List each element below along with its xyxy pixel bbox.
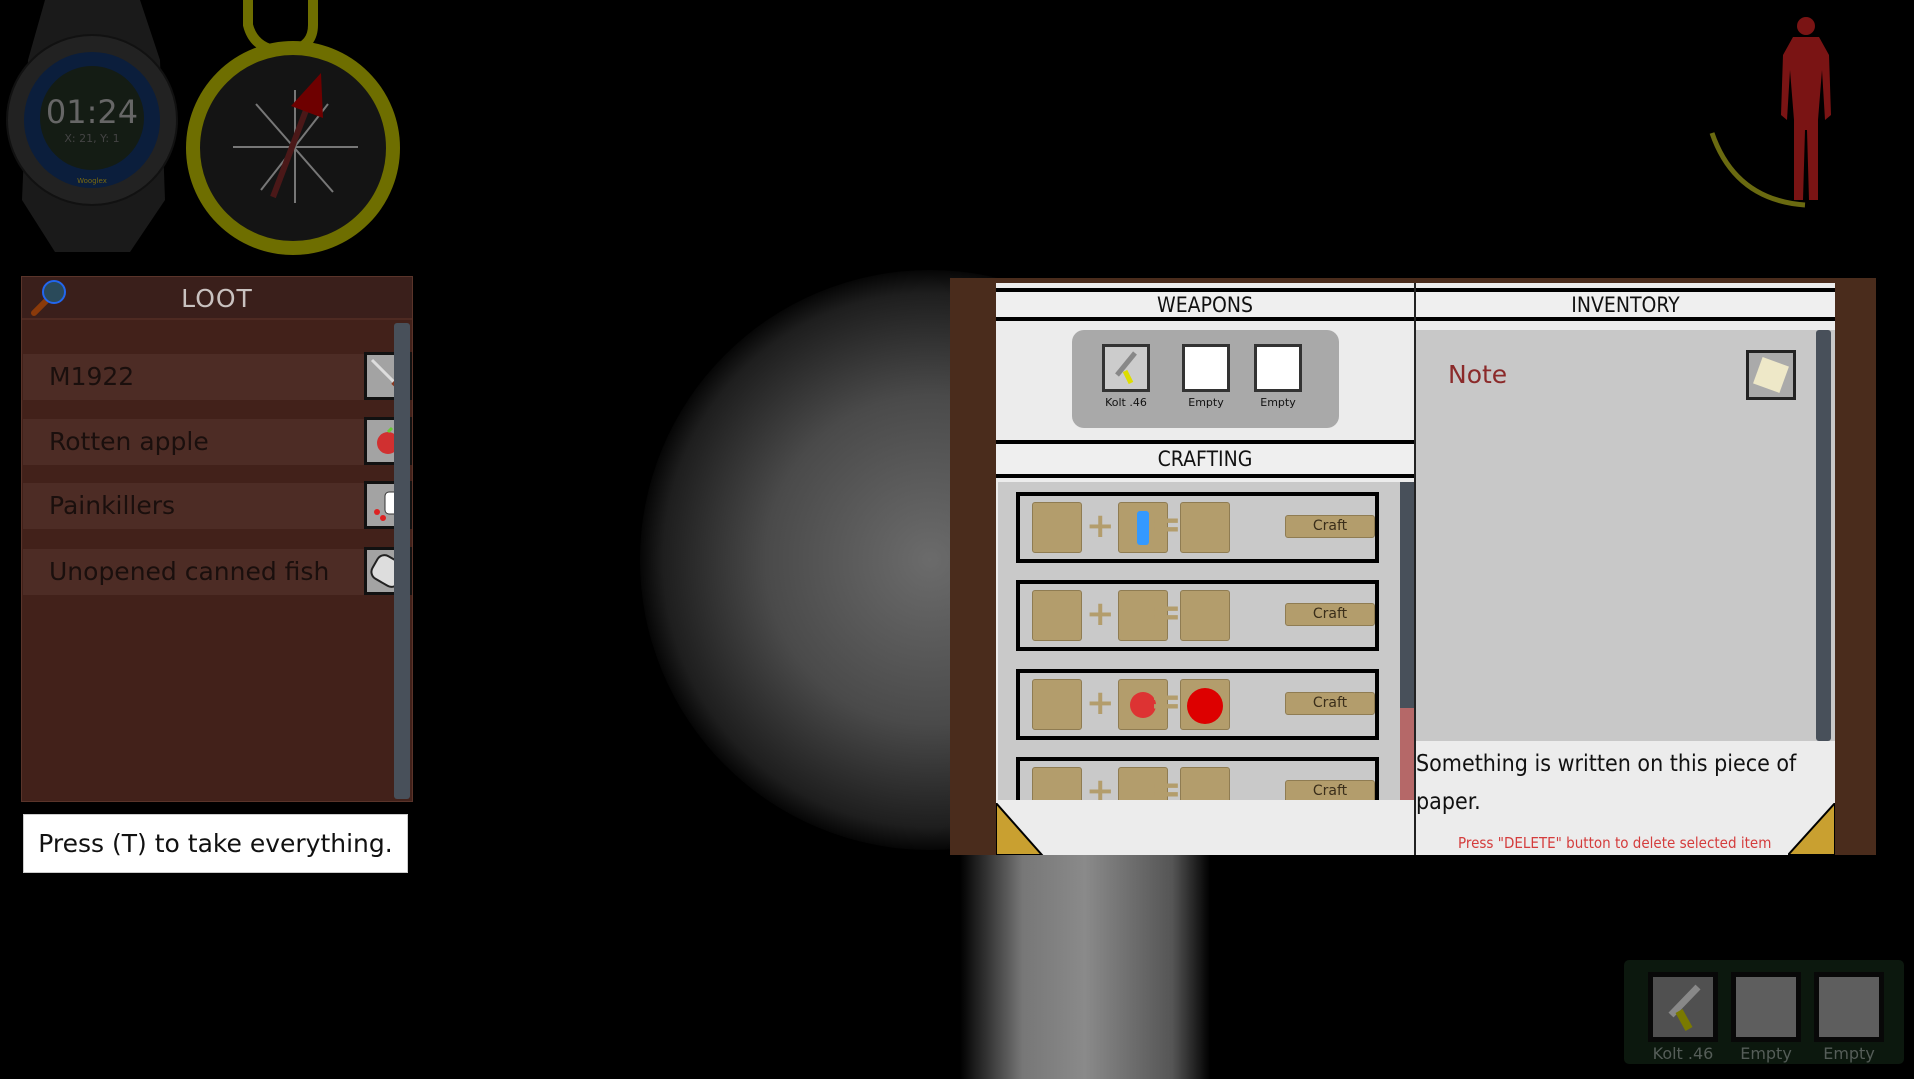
weapon-slot-label: Kolt .46 — [1105, 396, 1147, 409]
crafting-scrollbar[interactable] — [1400, 482, 1414, 800]
loot-item-label: Painkillers — [49, 491, 176, 520]
apple-icon — [1180, 679, 1230, 730]
plaster-icon — [1032, 590, 1082, 641]
loot-item[interactable]: Unopened canned fish — [23, 547, 412, 595]
weapons-header: WEAPONS — [996, 288, 1414, 321]
recipe-row: + = Craft — [1016, 669, 1379, 740]
weapon-slots: Kolt .46 Empty Empty — [1072, 330, 1339, 428]
plus-sign: + — [1086, 683, 1115, 723]
note-icon — [1746, 350, 1796, 400]
hotbar: Kolt .46 Empty Empty — [1624, 960, 1904, 1064]
compass — [186, 0, 400, 255]
light-beam — [960, 850, 1210, 1079]
inventory-item[interactable]: Note — [1416, 340, 1816, 408]
weapon-slot[interactable] — [1254, 344, 1302, 392]
plus-sign: + — [1086, 506, 1115, 546]
watch-brand: Wooglex — [77, 177, 107, 185]
book-page: WEAPONS Kolt .46 Empty Empty CRAFTING + … — [996, 283, 1835, 855]
loot-item[interactable]: Rotten apple — [23, 417, 412, 465]
bandage-icon — [1032, 502, 1082, 553]
watch-time: 01:24 — [46, 93, 138, 131]
craft-button[interactable]: Craft — [1285, 603, 1375, 626]
hotbar-slot[interactable] — [1814, 972, 1884, 1042]
delete-hint: Press "DELETE" button to delete selected… — [1458, 834, 1772, 852]
watch-coords: X: 21, Y: 1 — [64, 132, 119, 145]
inventory-header: INVENTORY — [1416, 288, 1835, 321]
craft-button[interactable]: Craft — [1285, 515, 1375, 538]
page-corner-right — [1788, 803, 1835, 855]
crafting-header: CRAFTING — [996, 440, 1414, 478]
recipe-row: + = Craft — [1016, 492, 1379, 563]
weapon-slot-label: Empty — [1260, 396, 1296, 409]
craft-button[interactable]: Craft — [1285, 692, 1375, 715]
equals-sign: = — [1150, 590, 1182, 634]
loot-item-label: Unopened canned fish — [49, 557, 330, 586]
crafting-list: + = Craft + = Craft + = Craft + = Craft — [998, 482, 1414, 800]
crafting-scroll-thumb[interactable] — [1400, 708, 1414, 800]
equals-sign: = — [1150, 767, 1182, 800]
magnifier-icon — [31, 280, 66, 316]
spray-bottle-icon — [1032, 679, 1082, 730]
stamina-arc — [1709, 132, 1806, 208]
loot-header: LOOT — [22, 277, 412, 320]
bandage-icon — [1180, 590, 1230, 641]
inventory-book: WEAPONS Kolt .46 Empty Empty CRAFTING + … — [950, 278, 1876, 855]
inventory-item-label: Note — [1448, 360, 1508, 389]
inventory-list: Note — [1416, 330, 1835, 741]
equals-sign: = — [1150, 679, 1182, 723]
equals-sign: = — [1150, 502, 1182, 546]
weapon-slot[interactable] — [1102, 344, 1150, 392]
loot-panel: LOOT M1922 Rotten apple Painkillers Unop… — [21, 276, 413, 802]
take-all-hint: Press (T) to take everything. — [23, 814, 408, 873]
hotbar-label: Empty — [1823, 1044, 1875, 1063]
loot-item[interactable]: M1922 — [23, 352, 412, 400]
body-health-indicator — [1709, 17, 1831, 208]
hotbar-label: Empty — [1740, 1044, 1792, 1063]
canned-fish-icon — [1032, 767, 1082, 800]
loot-item[interactable]: Painkillers — [23, 481, 412, 529]
hotbar-label: Kolt .46 — [1652, 1044, 1714, 1063]
weapon-slot-label: Empty — [1188, 396, 1224, 409]
hotbar-slot[interactable] — [1648, 972, 1718, 1042]
watch: 01:24 X: 21, Y: 1 Wooglex — [6, 0, 178, 252]
opened-can-icon — [1180, 767, 1230, 800]
loot-scrollbar[interactable] — [394, 323, 410, 799]
page-corner-left — [996, 803, 1044, 855]
weapon-slot[interactable] — [1182, 344, 1230, 392]
pistol-icon — [1668, 984, 1701, 1031]
pistol-icon — [1115, 351, 1137, 385]
item-description: Something is written on this piece of pa… — [1416, 751, 1797, 815]
recipe-row: + = Craft — [1016, 580, 1379, 651]
loot-item-label: M1922 — [49, 362, 135, 391]
craft-button[interactable]: Craft — [1285, 780, 1375, 800]
plus-sign: + — [1086, 594, 1115, 634]
hotbar-slot[interactable] — [1731, 972, 1801, 1042]
loot-item-label: Rotten apple — [49, 427, 209, 456]
loot-title: LOOT — [181, 284, 253, 313]
clean-bandage-icon — [1180, 502, 1230, 553]
plus-sign: + — [1086, 771, 1115, 800]
recipe-row: + = Craft — [1016, 757, 1379, 800]
inventory-scrollbar[interactable] — [1816, 330, 1831, 741]
